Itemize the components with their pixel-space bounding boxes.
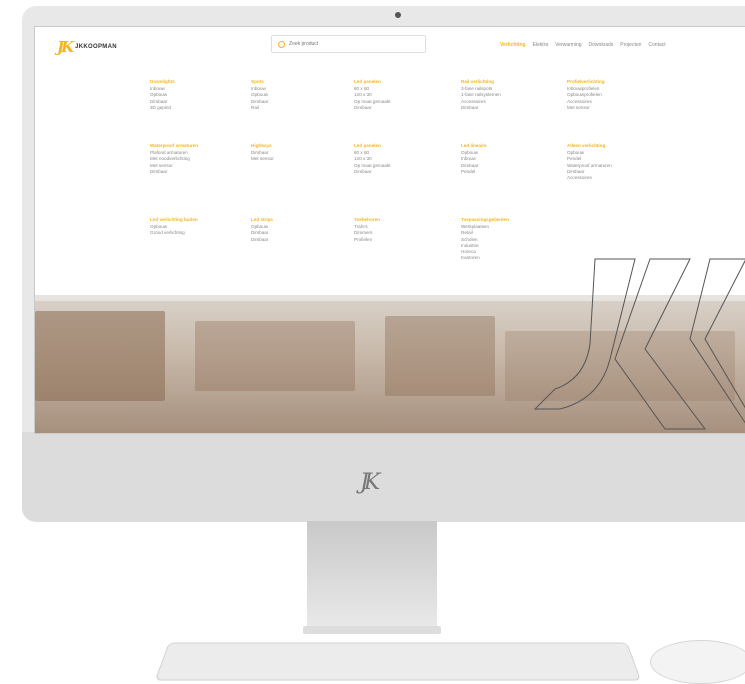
menu-link[interactable]: Opbouw — [251, 92, 268, 98]
menu-link[interactable]: Kantoren — [461, 255, 509, 261]
menu-column: Led panelen 60 x 60 120 x 30 Op maat gemaak… — [354, 143, 391, 175]
search-input[interactable] — [289, 41, 409, 47]
stand-base — [303, 626, 441, 634]
menu-heading[interactable]: Led panelen — [354, 79, 391, 85]
mouse — [650, 640, 745, 684]
menu-heading[interactable]: Downlights — [150, 79, 175, 85]
chin-logo: JK — [360, 470, 380, 495]
menu-column: Toepassingsgebieden Werkplaatsen Retail Sch… — [461, 217, 509, 261]
menu-link[interactable]: Accessoires — [567, 175, 612, 181]
menu-heading[interactable]: Alleen verlichting — [567, 143, 612, 149]
search-icon — [278, 40, 285, 48]
keyboard — [154, 642, 642, 681]
monitor-stand — [307, 521, 437, 629]
menu-column: Led strips Opbouw Dimbaar Dimbaar — [251, 217, 273, 243]
nav-item[interactable]: Verlichting — [500, 42, 526, 48]
nav-item[interactable]: Verwarming — [555, 42, 581, 48]
menu-heading[interactable]: Led panelen — [354, 143, 391, 149]
menu-column: Led lineaire Opbouw Inbouw Dimbaar Pendel — [461, 143, 487, 175]
menu-column: Alleen verlichting Opbouw Pendel Waterproof… — [567, 143, 612, 181]
logo-text: JKKOOPMAN — [75, 44, 117, 50]
menu-link[interactable]: 3D gepind — [150, 105, 175, 111]
menu-column: Highbays Dimbaar Met sensor — [251, 143, 274, 163]
screen: JK JKKOOPMAN Verlichting Elektra Verwarmin… — [34, 26, 745, 434]
menu-column: Rail verlichting 3-fase railspots 1-fase r… — [461, 79, 501, 111]
menu-column: Toebehoren Trafo's Dimmers Profielen — [354, 217, 380, 243]
menu-link[interactable]: Rail — [251, 105, 268, 111]
menu-link[interactable]: Profielen — [354, 237, 380, 243]
menu-link[interactable]: Dimbaar — [354, 169, 391, 175]
menu-link[interactable]: Dimbaar — [251, 99, 268, 105]
hero-shape — [35, 311, 165, 401]
menu-link[interactable]: Grond verlichting — [150, 230, 198, 236]
menu-heading[interactable]: Led verlichting buiten — [150, 217, 198, 223]
menu-link[interactable]: Dimbaar — [354, 105, 391, 111]
hero-shape — [385, 316, 495, 396]
menu-heading[interactable]: Toebehoren — [354, 217, 380, 223]
menu-link[interactable]: Op maat gemaakt — [354, 99, 391, 105]
menu-heading[interactable]: Highbays — [251, 143, 274, 149]
top-bar: JK JKKOOPMAN Verlichting Elektra Verwarmin… — [35, 27, 745, 67]
nav-item[interactable]: Contact — [648, 42, 665, 48]
hero-shape — [195, 321, 355, 391]
nav-item[interactable]: Projecten — [620, 42, 641, 48]
menu-link[interactable]: Dimbaar — [461, 105, 501, 111]
menu-link[interactable]: Pendel — [461, 169, 487, 175]
menu-heading[interactable]: Profielverlichting — [567, 79, 605, 85]
menu-column: Led verlichting buiten Opbouw Grond verlic… — [150, 217, 198, 237]
nav-item[interactable]: Downloads — [589, 42, 614, 48]
menu-link[interactable]: Opbouwprofielen — [567, 92, 605, 98]
menu-column: Spots Inbouw Opbouw Dimbaar Rail — [251, 79, 268, 111]
logo[interactable]: JK JKKOOPMAN — [57, 38, 117, 56]
monitor-chin — [22, 432, 745, 522]
menu-column: Profielverlichting Inbouwprofielen Opbouwp… — [567, 79, 605, 111]
menu-link[interactable]: Op maat gemaakt — [354, 163, 391, 169]
menu-heading[interactable]: Led lineaire — [461, 143, 487, 149]
search-box[interactable] — [271, 35, 426, 53]
menu-link[interactable]: Dimbaar — [150, 169, 198, 175]
menu-heading[interactable]: Toepassingsgebieden — [461, 217, 509, 223]
menu-link[interactable]: Met sensor — [251, 156, 274, 162]
menu-column: Led panelen 60 x 60 120 x 30 Op maat gemaak… — [354, 79, 391, 111]
menu-heading[interactable]: Rail verlichting — [461, 79, 501, 85]
menu-heading[interactable]: Led strips — [251, 217, 273, 223]
nav-item[interactable]: Elektra — [533, 42, 549, 48]
main-nav: Verlichting Elektra Verwarming Downloads Pro… — [500, 42, 666, 48]
menu-heading[interactable]: Waterproof armaturen — [150, 143, 198, 149]
menu-link[interactable]: Met sensor — [567, 105, 605, 111]
menu-heading[interactable]: Spots — [251, 79, 268, 85]
menu-link[interactable]: 1-fase railsystemen — [461, 92, 501, 98]
menu-link[interactable]: Dimbaar — [251, 237, 273, 243]
watermark-logo-icon — [533, 258, 745, 430]
menu-link[interactable]: Waterproof armaturen — [567, 163, 612, 169]
menu-column: Downlights Inbouw Opbouw Dimbaar 3D gepind — [150, 79, 175, 111]
camera-icon — [395, 12, 401, 18]
menu-column: Waterproof armaturen Plafond armaturen Met… — [150, 143, 198, 175]
logo-mark: JK — [57, 38, 74, 56]
